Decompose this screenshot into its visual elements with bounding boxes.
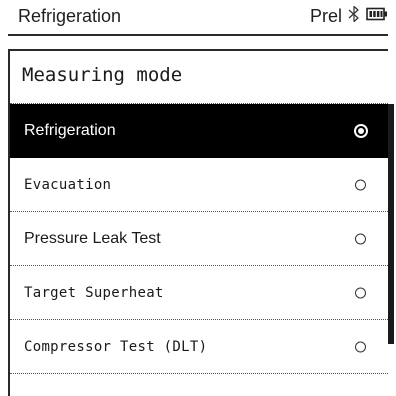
status-mode-tag: Prel xyxy=(309,5,342,26)
scrollbar[interactable] xyxy=(388,104,394,344)
radio-icon[interactable] xyxy=(355,233,366,244)
status-indicators: Prel xyxy=(309,5,388,28)
mode-label: Compressor Test (DLT) xyxy=(24,338,208,355)
radio-icon[interactable] xyxy=(355,179,366,190)
mode-label: Pressure Leak Test xyxy=(24,229,161,247)
mode-item-evacuation[interactable]: Evacuation xyxy=(10,158,388,212)
mode-item-target-superheat[interactable]: Target Superheat xyxy=(10,266,388,320)
mode-item-compressor-test[interactable]: Compressor Test (DLT) xyxy=(10,320,388,374)
status-bar: Refrigeration Prel xyxy=(0,0,396,32)
mode-label: Evacuation xyxy=(24,176,112,193)
radio-selected-icon[interactable] xyxy=(354,123,368,138)
status-divider xyxy=(8,34,388,36)
panel-title: Measuring mode xyxy=(22,64,183,86)
battery-icon xyxy=(366,7,388,26)
mode-label: Refrigeration xyxy=(24,121,116,139)
mode-item-refrigeration[interactable]: Refrigeration xyxy=(10,104,388,158)
mode-list: Refrigeration Evacuation Pressure Leak T… xyxy=(10,104,388,374)
panel-heading: Measuring mode xyxy=(10,51,388,104)
mode-item-pressure-leak-test[interactable]: Pressure Leak Test xyxy=(10,212,388,266)
radio-icon[interactable] xyxy=(355,287,366,298)
bluetooth-icon xyxy=(348,5,360,28)
mode-label: Target Superheat xyxy=(24,284,164,301)
radio-icon[interactable] xyxy=(355,341,366,352)
status-title: Refrigeration xyxy=(18,6,122,26)
measuring-mode-panel: Measuring mode Refrigeration Evacuation … xyxy=(8,49,388,396)
